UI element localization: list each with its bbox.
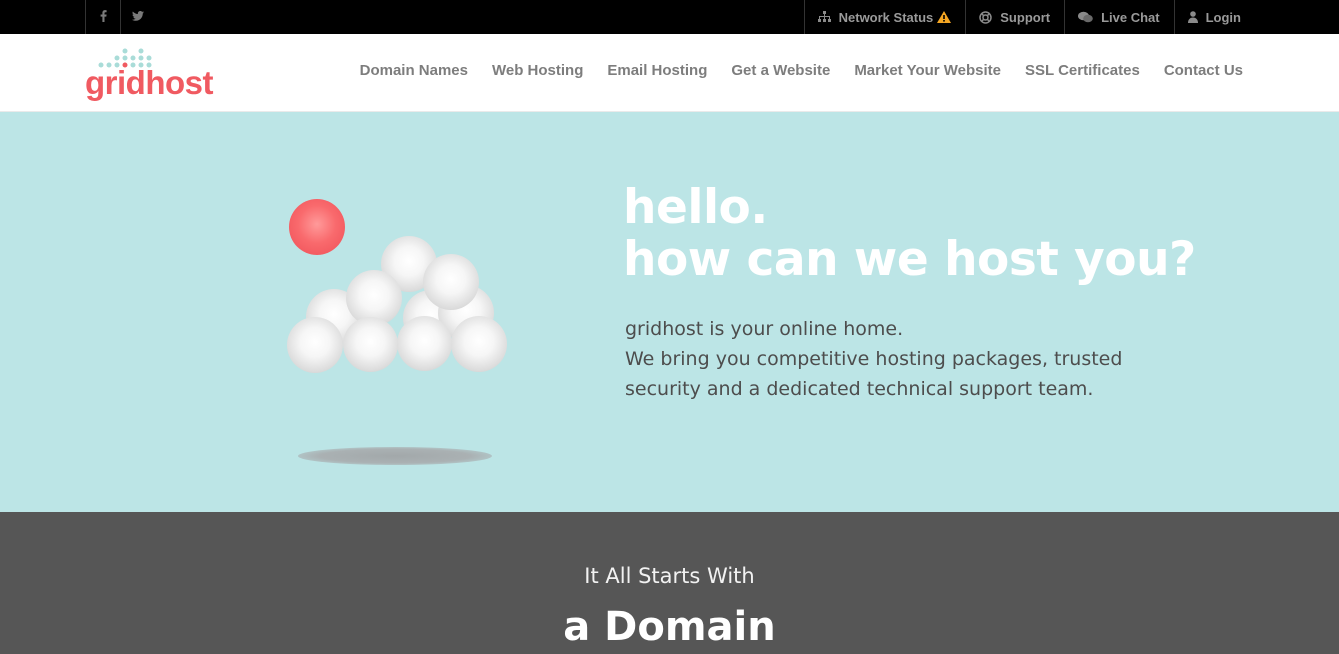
nav-web-hosting[interactable]: Web Hosting [492, 62, 583, 79]
network-status-label: Network Status [838, 9, 934, 25]
intro-line-2: We bring you competitive hosting package… [625, 348, 1123, 370]
white-ball [397, 316, 452, 371]
live-chat-label: Live Chat [1101, 9, 1160, 25]
headline-line-2: how can we host you? [623, 232, 1196, 287]
lifebuoy-icon [979, 10, 993, 24]
support-label: Support [1000, 9, 1051, 25]
live-chat-link[interactable]: Live Chat [1064, 0, 1174, 34]
support-link[interactable]: Support [965, 0, 1064, 34]
nav-market-your-website[interactable]: Market Your Website [854, 62, 1001, 79]
site-header: gridhost Domain Names Web Hosting Email … [0, 34, 1339, 112]
twitter-link[interactable] [120, 0, 155, 34]
red-ball [289, 199, 345, 255]
warning-icon [937, 11, 952, 23]
domain-subtitle: It All Starts With [584, 564, 755, 588]
top-bar: Network Status Support Live Chat Login [0, 0, 1339, 34]
white-ball [287, 317, 343, 373]
twitter-icon [132, 10, 144, 24]
gridhost-logo[interactable]: gridhost [85, 48, 215, 104]
hero-section: hello. how can we host you? gridhost is … [0, 112, 1339, 512]
domain-title: a Domain [563, 604, 776, 650]
nav-domain-names[interactable]: Domain Names [360, 62, 468, 79]
hero-intro: gridhost is your online home. We bring y… [625, 314, 1122, 404]
social-links [85, 0, 155, 34]
nav-email-hosting[interactable]: Email Hosting [607, 62, 707, 79]
nav-contact-us[interactable]: Contact Us [1164, 62, 1243, 79]
login-label: Login [1205, 9, 1241, 25]
white-ball [343, 317, 398, 372]
intro-line-1: gridhost is your online home. [625, 318, 904, 340]
ball-shadow [298, 447, 492, 465]
balls-illustration [280, 192, 520, 482]
top-links: Network Status Support Live Chat Login [803, 0, 1255, 34]
facebook-icon [100, 9, 107, 25]
hero-headline: hello. how can we host you? [623, 182, 1196, 286]
chat-icon [1078, 11, 1093, 23]
white-ball [451, 316, 507, 372]
white-ball [423, 254, 479, 310]
network-icon [817, 11, 831, 23]
headline-line-1: hello. [623, 180, 768, 235]
intro-line-3: security and a dedicated technical suppo… [625, 378, 1094, 400]
network-status-link[interactable]: Network Status [803, 0, 966, 34]
nav-ssl-certificates[interactable]: SSL Certificates [1025, 62, 1140, 79]
logo-text: gridhost [85, 64, 213, 101]
user-icon [1187, 11, 1198, 23]
login-link[interactable]: Login [1173, 0, 1255, 34]
facebook-link[interactable] [85, 0, 120, 34]
domain-section: It All Starts With a Domain [0, 512, 1339, 654]
nav-get-a-website[interactable]: Get a Website [731, 62, 830, 79]
main-nav: Domain Names Web Hosting Email Hosting G… [360, 62, 1243, 79]
